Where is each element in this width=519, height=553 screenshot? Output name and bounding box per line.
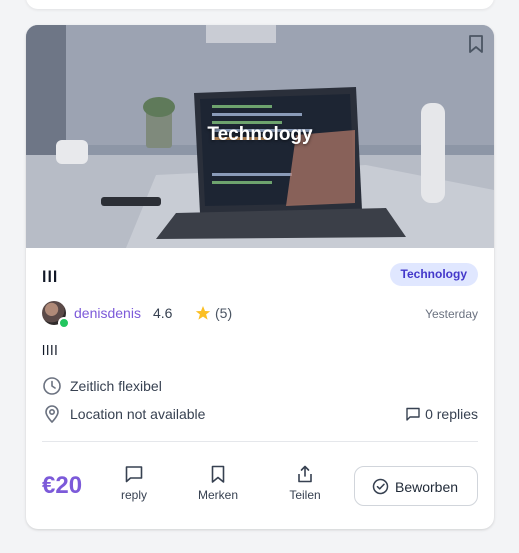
applied-label: Beworben — [395, 479, 459, 495]
title-row: lll Technology — [42, 263, 478, 288]
listing-description: llll — [42, 342, 59, 358]
image-caption: Technology — [207, 124, 313, 145]
online-status-dot — [58, 317, 70, 329]
author-name[interactable]: denisdenis — [74, 305, 141, 321]
divider — [42, 441, 478, 442]
star-icon — [195, 306, 211, 320]
listing-card[interactable]: Technology lll Technology denisdenis 4.6… — [26, 25, 494, 529]
map-pin-icon — [45, 405, 59, 423]
bookmark-icon[interactable] — [467, 34, 485, 54]
category-badge[interactable]: Technology — [389, 263, 478, 286]
author-row: denisdenis 4.6 (5) Yesterday — [42, 301, 478, 329]
reply-label: reply — [120, 488, 147, 502]
location-row: Location not available 0 replies — [42, 404, 478, 424]
previous-card-edge — [26, 0, 494, 9]
location-text: Location not available — [70, 406, 206, 422]
share-button[interactable]: Teilen — [275, 464, 335, 508]
review-count: (5) — [215, 305, 233, 321]
listing-title: lll — [42, 269, 59, 286]
applied-button[interactable]: Beworben — [354, 466, 478, 506]
clock-icon — [43, 377, 61, 395]
time-text: Zeitlich flexibel — [70, 378, 162, 394]
replies-text: 0 replies — [425, 406, 478, 422]
comment-icon — [125, 466, 143, 483]
price: €20 — [42, 472, 83, 499]
share-label: Teilen — [289, 488, 321, 502]
bookmark-label: Merken — [197, 488, 238, 502]
bookmark-button[interactable]: Merken — [188, 464, 248, 508]
reply-button[interactable]: reply — [104, 464, 164, 508]
bookmark-icon — [211, 465, 225, 483]
check-circle-icon — [372, 478, 389, 495]
posted-date: Yesterday — [425, 307, 478, 321]
replies-count[interactable]: 0 replies — [406, 406, 478, 422]
time-row: Zeitlich flexibel — [42, 376, 478, 396]
comment-icon — [406, 407, 420, 421]
listing-image[interactable]: Technology — [26, 25, 494, 248]
author-rating: 4.6 — [153, 305, 173, 321]
share-icon — [298, 465, 312, 483]
